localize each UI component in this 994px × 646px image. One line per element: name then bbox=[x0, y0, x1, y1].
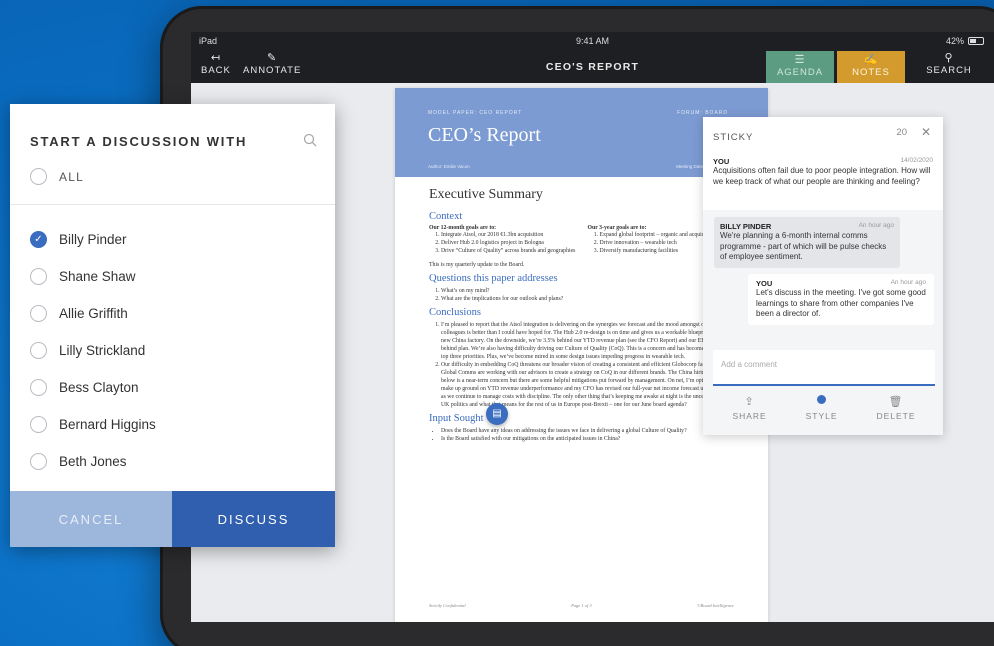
person-name: Bess Clayton bbox=[59, 380, 139, 395]
sticky-label: STICKY bbox=[713, 132, 754, 143]
nav-bar: ↤ BACK ✎ ANNOTATE CEO'S REPORT ☰ AGENDA … bbox=[191, 49, 994, 83]
close-icon[interactable]: ✕ bbox=[921, 125, 931, 139]
radio-unchecked-icon[interactable] bbox=[30, 268, 47, 285]
status-bar: iPad 9:41 AM 42% bbox=[191, 32, 994, 49]
questions-heading: Questions this paper addresses bbox=[429, 273, 558, 284]
message-text: Acquisitions often fail due to poor peop… bbox=[713, 166, 931, 186]
note-edit-icon: ✍ bbox=[863, 54, 879, 66]
list-item: What’s on my mind? bbox=[441, 287, 734, 295]
person-option[interactable]: Beth Jones bbox=[30, 453, 127, 470]
share-button[interactable]: ⇪ SHARE bbox=[732, 395, 766, 421]
message-time: An hour ago bbox=[890, 279, 926, 286]
style-button[interactable]: STYLE bbox=[806, 395, 838, 421]
style-label: STYLE bbox=[805, 411, 838, 421]
document-footer: Strictly Confidential Page 1 of 3 ©Board… bbox=[429, 603, 734, 608]
exec-summary-heading: Executive Summary bbox=[429, 187, 543, 202]
person-option[interactable]: Bernard Higgins bbox=[30, 416, 156, 433]
doc-meta-paper: MODEL PAPER: CEO REPORT bbox=[428, 110, 523, 116]
share-label: SHARE bbox=[732, 411, 767, 421]
notes-button[interactable]: ✍ NOTES bbox=[837, 51, 905, 83]
battery-icon bbox=[968, 37, 984, 45]
message-time: 14/02/2020 bbox=[900, 157, 933, 164]
list-item: What are the implications for our outloo… bbox=[441, 295, 734, 303]
person-name: Billy Pinder bbox=[59, 232, 127, 247]
share-icon: ⇪ bbox=[744, 396, 755, 408]
modal-footer: CANCEL DISCUSS bbox=[10, 491, 335, 547]
doc-author: Author: Emilie Vacon bbox=[428, 164, 470, 169]
person-name: Shane Shaw bbox=[59, 269, 136, 284]
battery-percent: 42% bbox=[945, 36, 964, 46]
message-author: YOU bbox=[756, 279, 773, 288]
list-item: Deliver Hub 2.0 logistics project in Bol… bbox=[441, 239, 576, 247]
message-author: YOU bbox=[713, 157, 730, 166]
cancel-button[interactable]: CANCEL bbox=[10, 491, 172, 547]
radio-unchecked-icon[interactable] bbox=[30, 416, 47, 433]
person-name: Allie Griffith bbox=[59, 306, 128, 321]
battery-status: 42% bbox=[946, 36, 984, 46]
quarterly-note: This is my quarterly update to the Board… bbox=[429, 262, 525, 268]
footer-confidential: Strictly Confidential bbox=[429, 603, 466, 608]
person-name: Beth Jones bbox=[59, 454, 127, 469]
reply-bubble: YOU An hour ago Let's discuss in the mee… bbox=[748, 274, 934, 325]
comment-input[interactable]: Add a comment bbox=[713, 350, 935, 386]
person-option[interactable]: Lilly Strickland bbox=[30, 342, 145, 359]
footer-page-number: Page 1 of 3 bbox=[571, 603, 592, 608]
person-option[interactable]: Shane Shaw bbox=[30, 268, 136, 285]
check-icon[interactable]: ✓ bbox=[30, 231, 47, 248]
context-heading: Context bbox=[429, 211, 463, 222]
sticky-message: YOU 14/02/2020 Acquisitions often fail d… bbox=[713, 157, 933, 187]
list-item: Drive “Culture of Quality” across brands… bbox=[441, 247, 576, 255]
conclusions-heading: Conclusions bbox=[429, 307, 481, 318]
annotation-marker-icon[interactable]: ▤ bbox=[486, 403, 508, 425]
color-dot-icon bbox=[806, 395, 838, 409]
message-text: Let's discuss in the meeting. I've got s… bbox=[756, 288, 926, 318]
trash-icon: 🗑 bbox=[888, 396, 904, 408]
discussion-modal: START A DISCUSSION WITH ALL ✓ Billy Pind… bbox=[10, 104, 335, 547]
sticky-actions: ⇪ SHARE STYLE 🗑 DELETE bbox=[713, 395, 935, 421]
input-heading: Input Sought bbox=[429, 413, 484, 424]
notes-label: NOTES bbox=[852, 67, 890, 78]
delete-button[interactable]: 🗑 DELETE bbox=[876, 395, 915, 421]
message-author: BILLY PINDER bbox=[720, 222, 772, 231]
sticky-count: 20 bbox=[896, 127, 907, 138]
person-option[interactable]: ✓ Billy Pinder bbox=[30, 231, 127, 248]
footer-copyright: ©Board Intelligence bbox=[697, 603, 734, 608]
radio-unchecked-icon[interactable] bbox=[30, 453, 47, 470]
search-icon[interactable] bbox=[303, 133, 317, 147]
list-item: Our difficulty in embedding CoQ threaten… bbox=[441, 361, 734, 409]
list-item: Integrate Atsol, our 2018 €1.3bn acquisi… bbox=[441, 231, 576, 239]
person-option[interactable]: Bess Clayton bbox=[30, 379, 139, 396]
list-item: I’m pleased to report that the Atsol int… bbox=[441, 321, 734, 361]
radio-unchecked-icon[interactable] bbox=[30, 342, 47, 359]
agenda-button[interactable]: ☰ AGENDA bbox=[766, 51, 834, 83]
radio-unchecked-icon[interactable] bbox=[30, 168, 47, 185]
person-name: Bernard Higgins bbox=[59, 417, 156, 432]
person-option[interactable]: Allie Griffith bbox=[30, 305, 128, 322]
clock: 9:41 AM bbox=[575, 36, 610, 46]
person-name: Lilly Strickland bbox=[59, 343, 146, 358]
doc-meta-forum: FORUM: BOARD bbox=[677, 110, 728, 116]
modal-title: START A DISCUSSION WITH bbox=[30, 134, 248, 149]
list-item: Does the Board have any ideas on address… bbox=[441, 427, 734, 435]
list-icon: ☰ bbox=[794, 54, 806, 66]
search-icon: ⚲ bbox=[944, 52, 954, 64]
search-label: SEARCH bbox=[926, 65, 972, 76]
list-item: Is the Board satisfied with our mitigati… bbox=[441, 435, 734, 443]
radio-unchecked-icon[interactable] bbox=[30, 305, 47, 322]
agenda-label: AGENDA bbox=[776, 67, 824, 78]
sticky-header: STICKY 20 ✕ YOU 14/02/2020 Acquisitions … bbox=[703, 117, 943, 210]
search-button[interactable]: ⚲ SEARCH bbox=[909, 51, 989, 76]
sticky-note-panel: STICKY 20 ✕ YOU 14/02/2020 Acquisitions … bbox=[703, 117, 943, 435]
discuss-button[interactable]: DISCUSS bbox=[172, 491, 335, 547]
message-time: An hour ago bbox=[858, 222, 894, 229]
document-title: CEO’s Report bbox=[428, 124, 541, 146]
radio-unchecked-icon[interactable] bbox=[30, 379, 47, 396]
goals-columns: Our 12-month goals are to: Integrate Ats… bbox=[429, 225, 734, 255]
modal-header: START A DISCUSSION WITH ALL bbox=[10, 104, 335, 205]
all-label: ALL bbox=[59, 169, 84, 184]
message-text: We're planning a 6-month internal comms … bbox=[720, 231, 887, 261]
delete-label: DELETE bbox=[876, 411, 916, 421]
reply-bubble: BILLY PINDER An hour ago We're planning … bbox=[714, 217, 900, 268]
all-option[interactable]: ALL bbox=[30, 168, 84, 185]
